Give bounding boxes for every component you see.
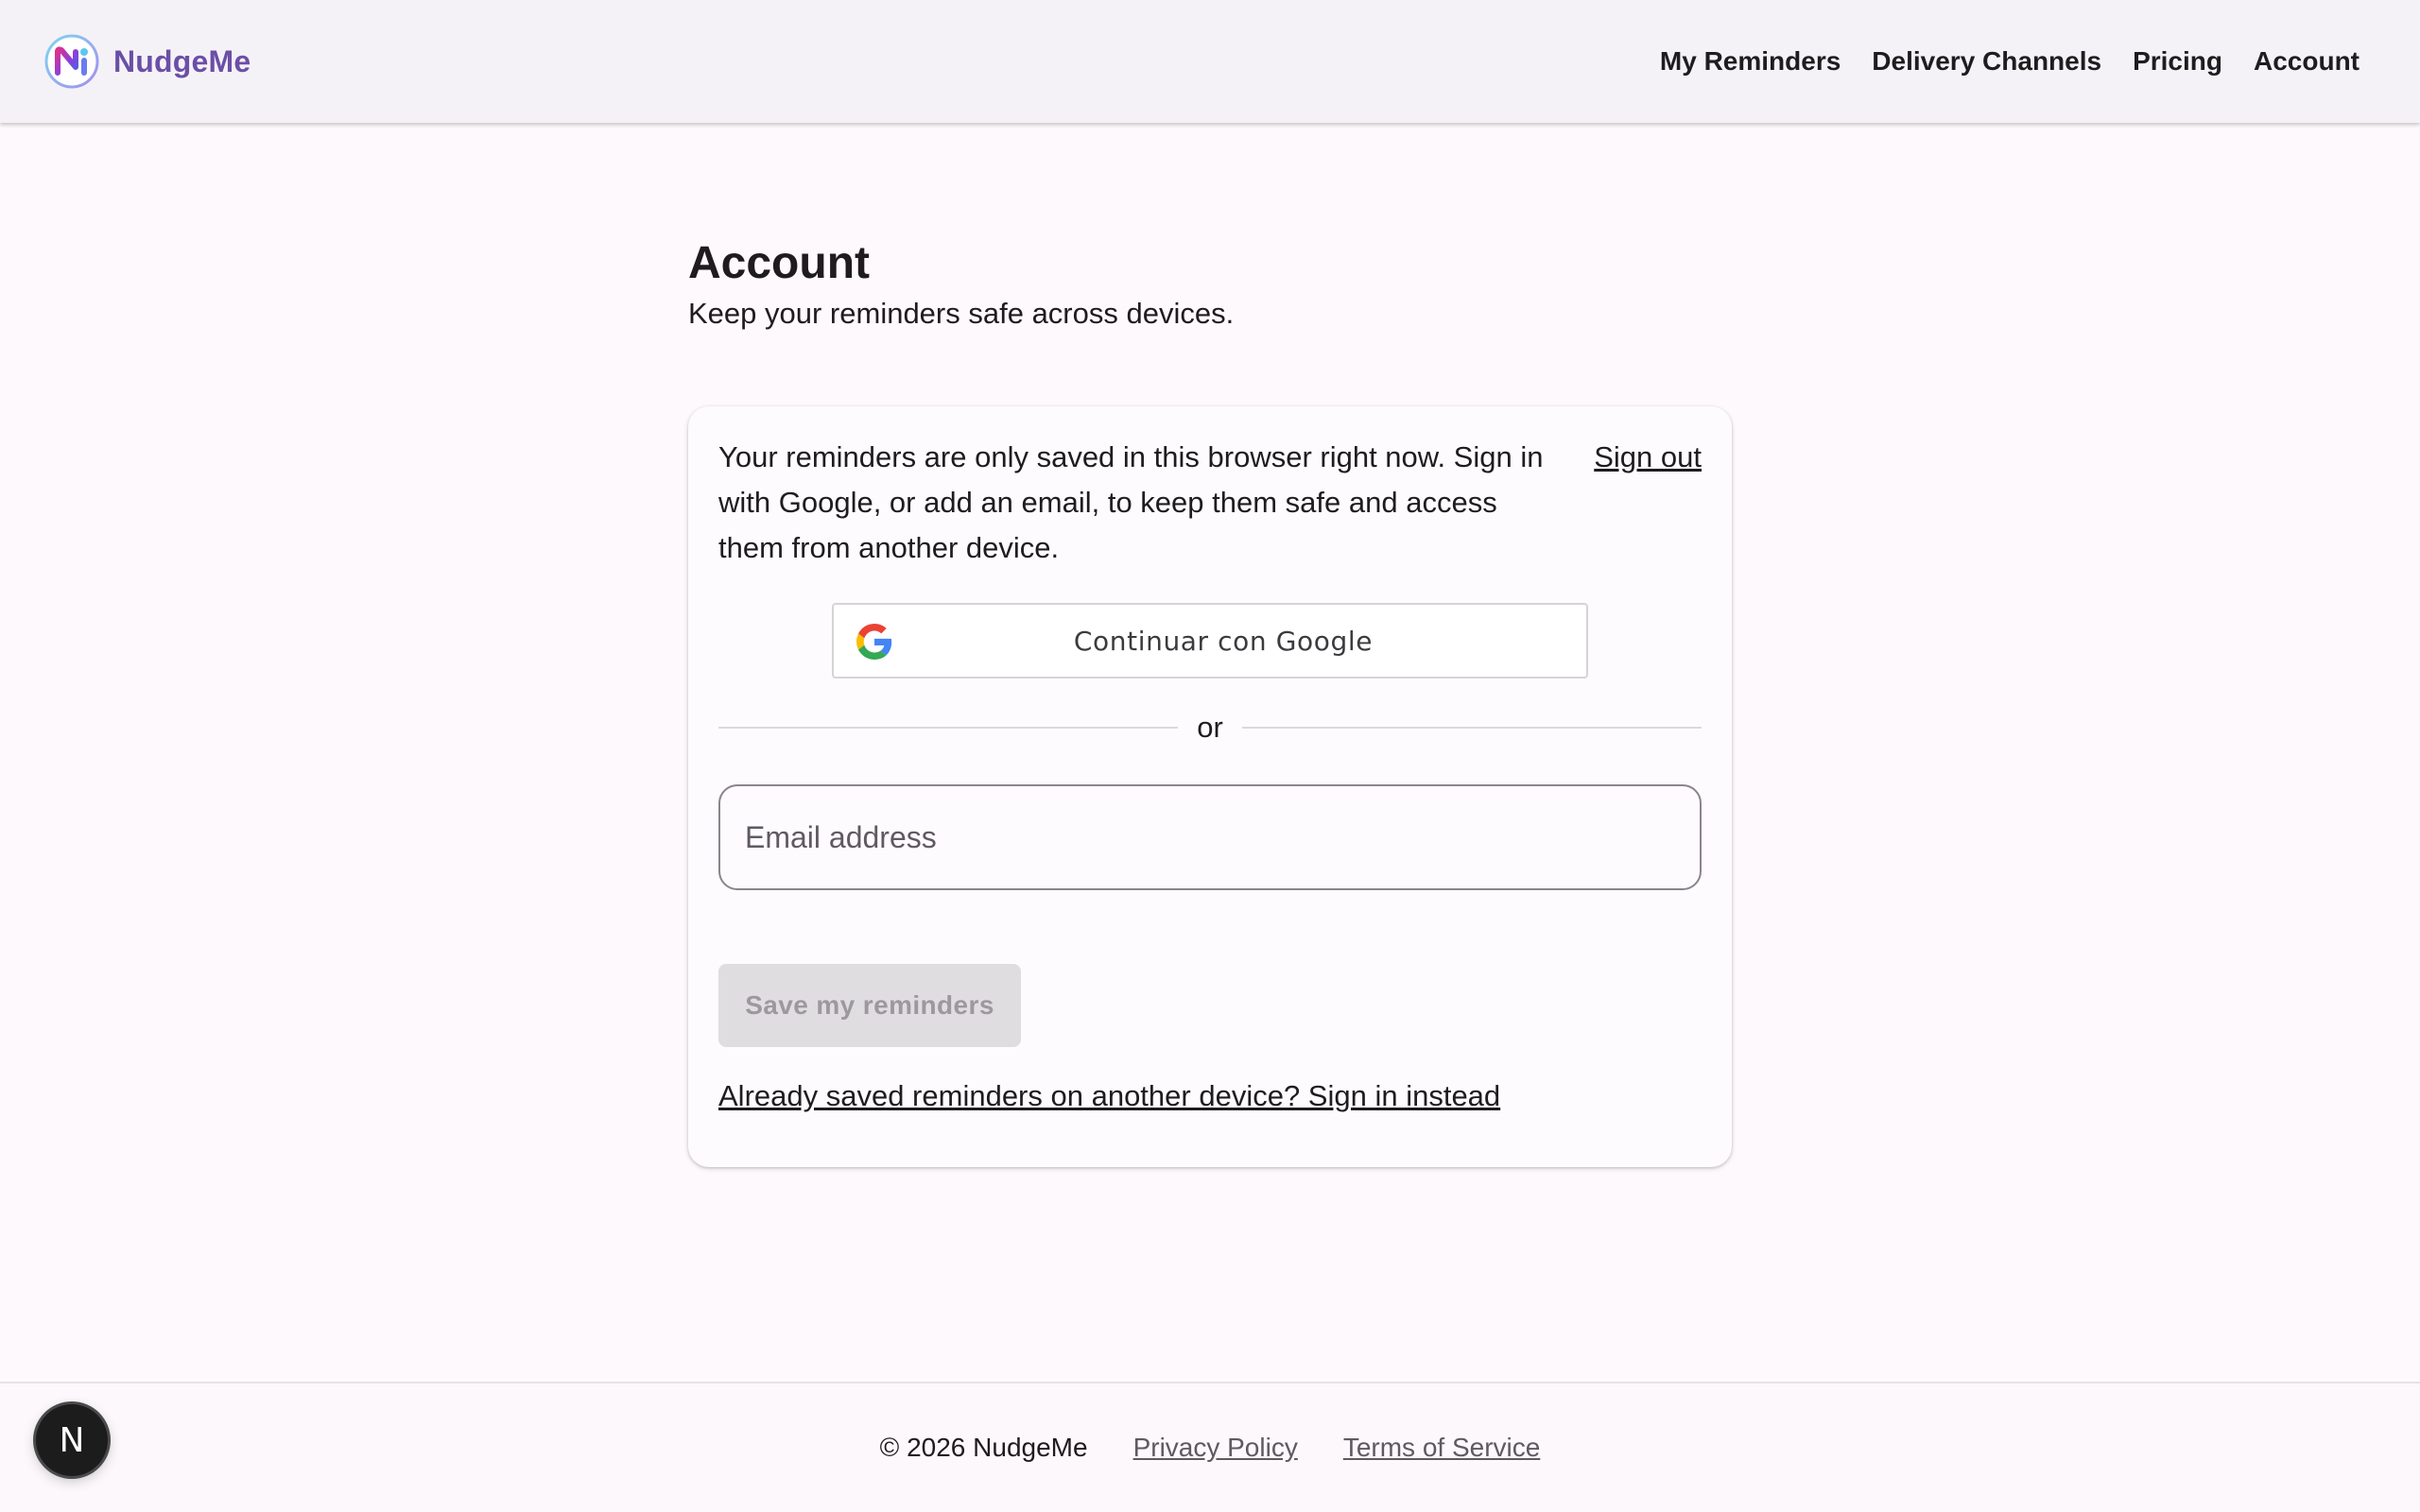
nextjs-devtools-button[interactable]: N [36, 1404, 108, 1476]
save-my-reminders-button[interactable]: Save my reminders [718, 964, 1021, 1047]
terms-of-service-link[interactable]: Terms of Service [1343, 1433, 1541, 1463]
divider-text: or [1197, 711, 1223, 744]
page-title: Account [688, 238, 870, 288]
divider-line-right [1241, 727, 1703, 729]
main-content: Account Keep your reminders safe across … [688, 236, 1732, 1167]
main-nav: My Reminders Delivery Channels Pricing A… [1660, 46, 2360, 77]
page-footer: © 2026 NudgeMe Privacy Policy Terms of S… [0, 1382, 2420, 1512]
privacy-policy-link[interactable]: Privacy Policy [1133, 1433, 1298, 1463]
nextjs-devtools-icon: N [59, 1420, 85, 1460]
google-button-label: Continuar con Google [1073, 625, 1374, 657]
or-divider: or [718, 709, 1703, 747]
nav-account[interactable]: Account [2254, 46, 2360, 77]
brand-name: NudgeMe [113, 43, 251, 78]
account-page: NudgeMe My Reminders Delivery Channels P… [0, 0, 2420, 1512]
google-g-icon [856, 624, 892, 660]
divider-line-left [718, 727, 1179, 729]
nav-pricing[interactable]: Pricing [2133, 46, 2222, 77]
account-card: Your reminders are only saved in this br… [688, 406, 1732, 1167]
page-subtitle: Keep your reminders safe across devices. [688, 296, 1235, 330]
sync-warning-text: Your reminders are only saved in this br… [718, 440, 1544, 564]
nudgeme-logo-icon [44, 34, 99, 89]
brand-home-link[interactable]: NudgeMe [43, 33, 251, 90]
sign-out-link[interactable]: Sign out [1594, 435, 1702, 480]
nav-delivery-channels[interactable]: Delivery Channels [1872, 46, 2101, 77]
email-address-input[interactable] [718, 784, 1702, 890]
continue-with-google-button[interactable]: Continuar con Google [832, 603, 1588, 679]
sign-in-instead-link[interactable]: Already saved reminders on another devic… [718, 1079, 1500, 1113]
copyright-text: © 2026 NudgeMe [879, 1433, 1088, 1462]
top-app-bar: NudgeMe My Reminders Delivery Channels P… [0, 0, 2420, 123]
nav-my-reminders[interactable]: My Reminders [1660, 46, 1841, 77]
